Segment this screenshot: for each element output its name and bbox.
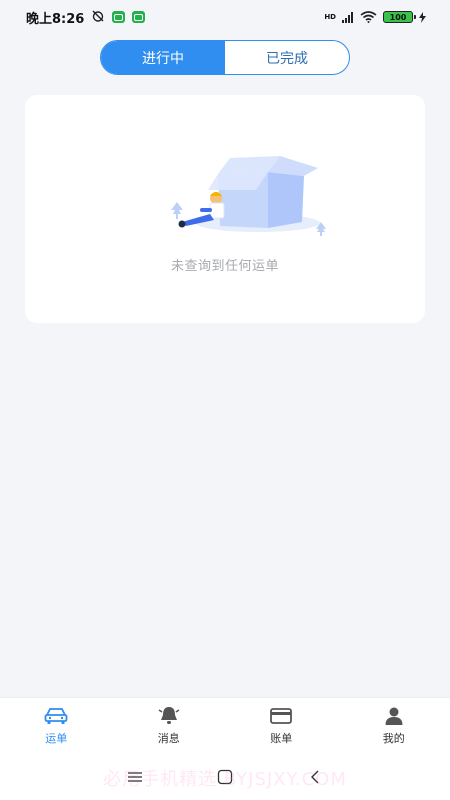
tab-in-progress[interactable]: 进行中	[101, 41, 225, 74]
bell-icon	[157, 706, 181, 726]
card-icon	[269, 706, 293, 726]
nav-item-bills[interactable]: 账单	[225, 698, 338, 753]
nav-label-messages: 消息	[157, 731, 180, 745]
tab-completed[interactable]: 已完成	[225, 41, 349, 74]
empty-state-message: 未查询到任何运单	[170, 259, 279, 274]
battery-icon: 100	[383, 11, 416, 23]
user-icon	[382, 706, 406, 726]
network-type-label: HD	[324, 12, 336, 21]
status-left: 晚上8:26	[26, 8, 146, 27]
wifi-icon	[360, 8, 377, 27]
alarm-off-icon	[91, 8, 105, 27]
menu-icon[interactable]	[125, 767, 145, 787]
system-navigation-bar	[0, 753, 450, 800]
truck-icon	[44, 706, 68, 726]
nav-item-messages[interactable]: 消息	[113, 698, 226, 753]
nav-item-waybill[interactable]: 运单	[0, 698, 113, 753]
battery-level: 100	[389, 12, 407, 22]
status-time: 晚上8:26	[26, 11, 85, 27]
charging-icon	[419, 8, 426, 27]
message-app-icon	[112, 11, 126, 23]
nav-label-bills: 账单	[270, 731, 293, 745]
signal-icon	[342, 8, 354, 27]
message-app-icon	[132, 11, 146, 23]
status-right: HD 100	[324, 8, 426, 27]
bottom-navigation: 运单 消息 账单 我的	[0, 697, 450, 753]
status-tabs: 进行中 已完成	[100, 40, 350, 75]
home-icon[interactable]	[215, 767, 235, 787]
order-list-card: 未查询到任何运单	[25, 95, 425, 323]
status-bar: 晚上8:26 HD 100	[0, 0, 450, 34]
nav-item-profile[interactable]: 我的	[338, 698, 450, 753]
back-icon[interactable]	[305, 767, 325, 787]
nav-label-waybill: 运单	[45, 731, 68, 745]
nav-label-profile: 我的	[382, 731, 405, 745]
empty-box-illustration	[170, 150, 330, 240]
